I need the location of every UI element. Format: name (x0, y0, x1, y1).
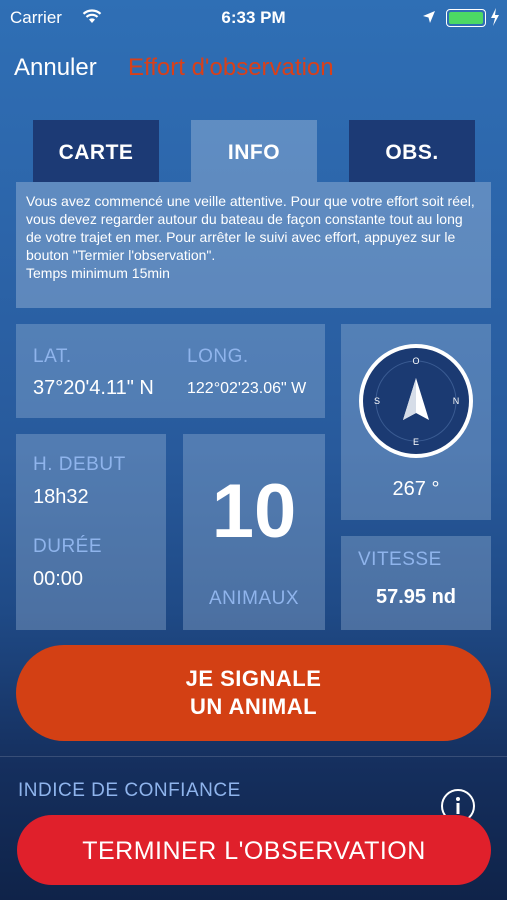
start-time-label: H. DEBUT (33, 454, 126, 475)
report-animal-button[interactable]: JE SIGNALE UN ANIMAL (16, 645, 491, 741)
report-animal-line2: UN ANIMAL (189, 694, 318, 719)
speed-card: VITESSE 57.95 nd (341, 536, 491, 630)
location-arrow-icon (423, 11, 435, 23)
tab-carte[interactable]: CARTE (33, 120, 159, 182)
compass-e: E (413, 437, 419, 447)
animal-count: 10 (211, 469, 297, 554)
speed-label: VITESSE (358, 549, 442, 570)
page-title: Effort d'observation (128, 54, 334, 81)
report-animal-line1: JE SIGNALE (185, 666, 322, 691)
compass-card: O N E S 267 ° (341, 324, 491, 520)
divider (0, 756, 507, 757)
tab-obs[interactable]: OBS. (349, 120, 475, 182)
cancel-button[interactable]: Annuler (14, 54, 97, 82)
compass-icon: O N E S (359, 344, 473, 458)
info-text: Vous avez commencé une veille attentive.… (26, 193, 475, 281)
end-observation-button[interactable]: TERMINER L'OBSERVATION (17, 815, 491, 885)
animals-card[interactable]: 10 ANIMAUX (183, 434, 325, 630)
heading-value: 267 ° (392, 478, 440, 500)
timing-card: H. DEBUT 18h32 DURÉE 00:00 (16, 434, 166, 630)
compass-s: S (374, 396, 380, 406)
start-time-value: 18h32 (33, 486, 89, 508)
charging-bolt-icon (491, 8, 499, 26)
battery-icon (446, 9, 486, 27)
compass-o: O (412, 356, 419, 366)
speed-value: 57.95 nd (375, 586, 457, 608)
duration-label: DURÉE (33, 536, 103, 557)
status-bar: Carrier 6:33 PM (0, 0, 507, 36)
confidence-label: INDICE DE CONFIANCE (18, 780, 241, 801)
tab-info[interactable]: INFO (191, 120, 317, 182)
animals-label: ANIMAUX (208, 588, 300, 609)
longitude-label: LONG. (187, 346, 249, 367)
position-card: LAT. 37°20'4.11" N LONG. 122°02'23.06" W (16, 324, 325, 418)
compass-n: N (453, 396, 460, 406)
info-panel: Vous avez commencé une veille attentive.… (16, 182, 491, 308)
longitude-value: 122°02'23.06" W (187, 380, 307, 397)
duration-value: 00:00 (33, 568, 84, 590)
latitude-value: 37°20'4.11" N (33, 377, 154, 399)
latitude-label: LAT. (33, 346, 72, 367)
